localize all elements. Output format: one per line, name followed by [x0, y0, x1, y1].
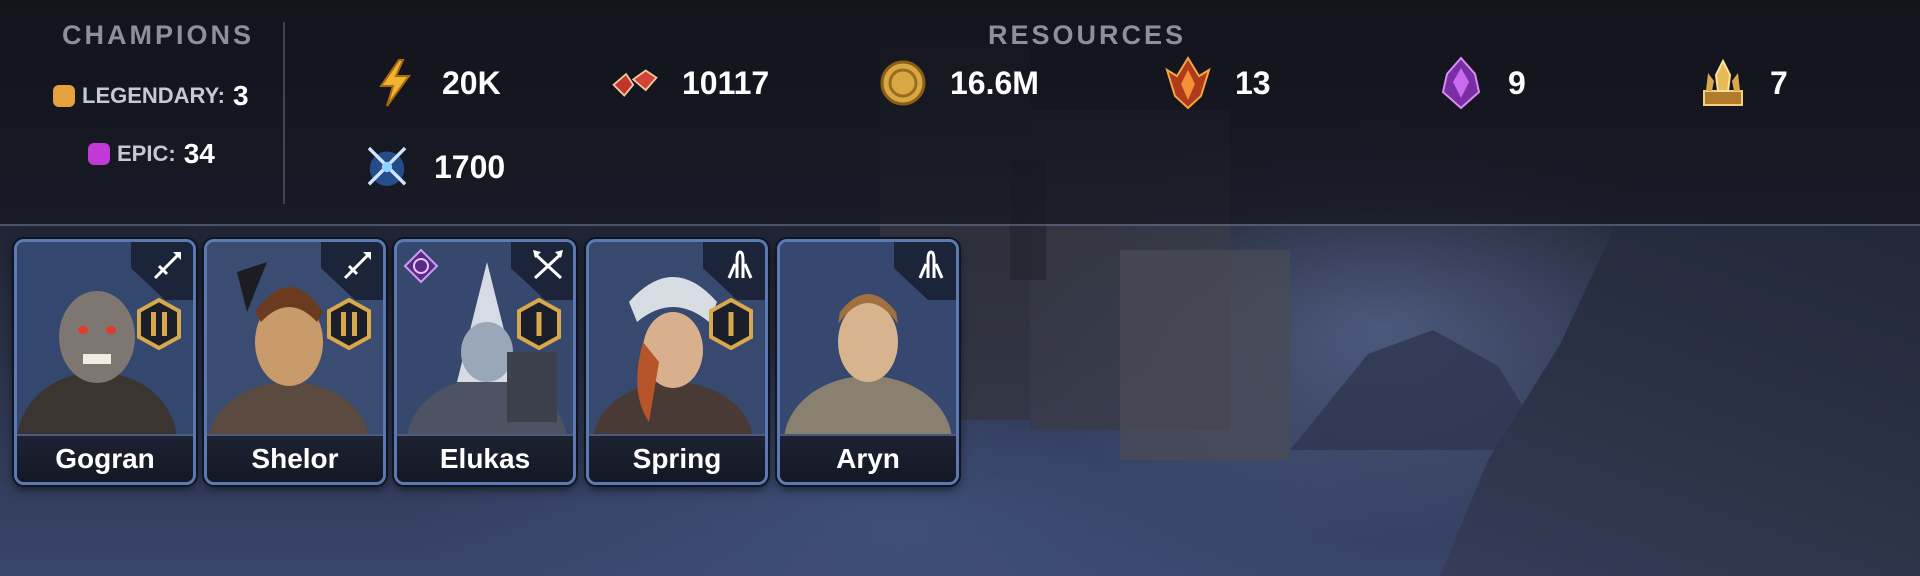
defense-class-icon	[533, 250, 563, 280]
epic-label: EPIC:	[117, 141, 176, 166]
champion-name: Shelor	[251, 443, 339, 474]
card-name-bar: Elukas	[397, 434, 573, 482]
champion-card-aryn[interactable]: Aryn	[777, 239, 959, 485]
epic-value: 34	[183, 138, 215, 169]
rubies-value: 10117	[682, 64, 770, 101]
resource-sacred-shard: 7	[1698, 58, 1788, 108]
void-affinity-icon	[403, 248, 439, 284]
champion-name: Elukas	[439, 443, 531, 474]
energy-value: 20K	[442, 64, 501, 101]
champion-card-spring[interactable]: Spring	[586, 239, 768, 485]
champion-name: Gogran	[55, 443, 155, 474]
legendary-dot	[53, 85, 75, 107]
legendary-value: 3	[233, 80, 249, 111]
sacred-shard-icon	[1698, 58, 1748, 108]
gold-coin-icon	[878, 58, 928, 108]
arena-tokens-value: 1700	[434, 148, 506, 185]
resource-arena-tokens: 1700	[362, 142, 505, 192]
epic-count: EPIC: 34	[88, 138, 215, 170]
arena-tokens-icon	[362, 142, 412, 192]
rank-badge-icon	[137, 298, 181, 350]
resource-silver: 16.6M	[878, 58, 1039, 108]
epic-dot	[88, 143, 110, 165]
ancient-shard-value: 13	[1235, 64, 1271, 101]
card-name-bar: Shelor	[207, 434, 383, 482]
resource-rubies: 10117	[610, 58, 769, 108]
header-divider	[0, 224, 1920, 226]
castle-keep	[1120, 250, 1290, 460]
card-name-bar: Spring	[589, 434, 765, 482]
rank-badge-icon	[327, 298, 371, 350]
champion-name: Spring	[632, 443, 722, 474]
champion-card-shelor[interactable]: Shelor	[204, 239, 386, 485]
card-name-bar: Aryn	[780, 434, 956, 482]
sacred-shard-value: 7	[1770, 64, 1788, 101]
champion-card-gogran[interactable]: Gogran	[14, 239, 196, 485]
cliff-silhouette	[1440, 190, 1920, 576]
resource-void-shard: 9	[1436, 56, 1526, 110]
rank-badge-icon	[709, 298, 753, 350]
attack-class-icon	[153, 252, 181, 280]
resource-energy: 20K	[370, 58, 501, 108]
rank-badge-icon	[517, 298, 561, 350]
resources-title: RESOURCES	[988, 20, 1187, 50]
support-class-icon	[918, 250, 944, 279]
silver-value: 16.6M	[950, 64, 1039, 101]
legendary-count: LEGENDARY: 3	[53, 80, 249, 112]
section-divider	[283, 22, 285, 204]
champion-card-elukas[interactable]: Elukas	[394, 239, 576, 485]
support-class-icon	[727, 250, 753, 279]
legendary-label: LEGENDARY:	[82, 83, 225, 108]
champion-name: Aryn	[836, 443, 900, 474]
summary-header	[0, 0, 1920, 224]
rubies-icon	[610, 58, 660, 108]
resource-ancient-shard: 13	[1163, 56, 1271, 110]
champions-title: CHAMPIONS	[62, 20, 255, 50]
ancient-shard-icon	[1163, 56, 1213, 110]
void-shard-value: 9	[1508, 64, 1526, 101]
energy-bolt-icon	[370, 58, 420, 108]
card-name-bar: Gogran	[17, 434, 193, 482]
void-shard-icon	[1436, 56, 1486, 110]
attack-class-icon	[343, 252, 371, 280]
